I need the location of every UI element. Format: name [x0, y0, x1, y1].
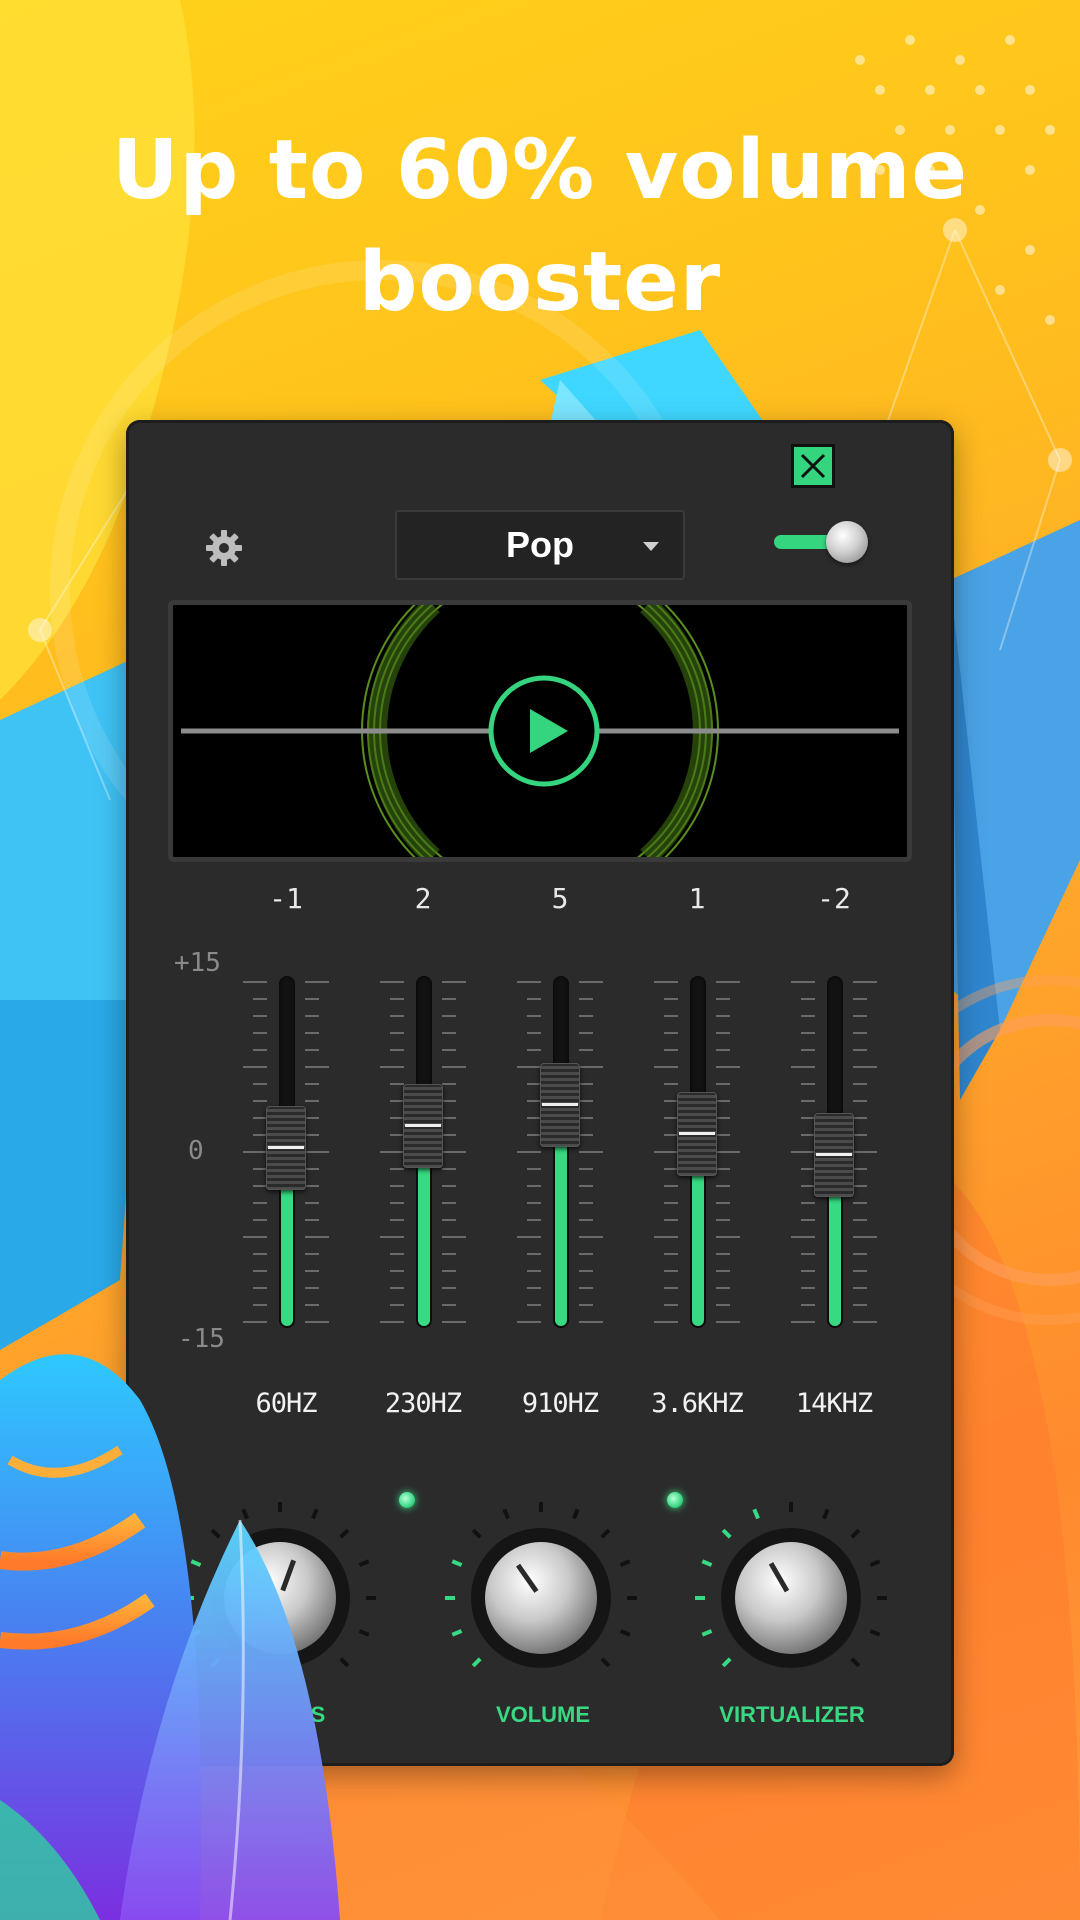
virtualizer-knob[interactable]	[691, 1498, 891, 1698]
band-slider[interactable]	[378, 976, 468, 1328]
band-value: -1	[269, 882, 303, 915]
band-value: -2	[817, 882, 851, 915]
slider-thumb[interactable]	[403, 1084, 443, 1169]
virtualizer-knob-label: VIRTUALIZER	[719, 1702, 865, 1727]
visualizer-screen	[168, 600, 912, 862]
scale-max-label: +15	[174, 948, 221, 978]
play-icon[interactable]	[486, 673, 602, 789]
gear-icon[interactable]	[204, 528, 244, 568]
slider-thumb[interactable]	[677, 1091, 717, 1176]
preset-dropdown[interactable]: Pop	[395, 510, 685, 580]
band-slider[interactable]	[789, 976, 879, 1328]
headline-line-1: Up to 60% volume	[111, 123, 969, 218]
virtualizer-indicator-led	[667, 1492, 683, 1508]
equalizer-toggle[interactable]	[774, 521, 874, 565]
band-slider[interactable]	[652, 976, 742, 1328]
volume-knob[interactable]	[441, 1498, 641, 1698]
headline-line-2: booster	[358, 235, 722, 330]
scale-mid-label: 0	[188, 1136, 204, 1166]
promo-headline: Up to 60% volume booster	[0, 115, 1080, 339]
band-frequency: 910HZ	[521, 1388, 599, 1419]
slider-thumb[interactable]	[814, 1113, 854, 1198]
slider-thumb[interactable]	[266, 1106, 306, 1191]
band-slider[interactable]	[241, 976, 331, 1328]
band-slider[interactable]	[515, 976, 605, 1328]
band-value: 1	[688, 882, 706, 915]
slider-fill	[692, 1153, 704, 1326]
toggle-knob	[826, 521, 868, 563]
volume-knob-label: VOLUME	[495, 1702, 591, 1727]
leaf-decoration	[0, 1354, 340, 1920]
caret-down-icon	[643, 542, 659, 551]
band-frequency: 3.6KHZ	[651, 1388, 744, 1419]
close-icon	[800, 453, 826, 479]
slider-fill	[418, 1146, 430, 1326]
slider-thumb[interactable]	[540, 1062, 580, 1147]
slider-fill	[281, 1168, 293, 1326]
slider-fill	[555, 1124, 567, 1326]
band-frequency: 14KHZ	[795, 1388, 873, 1419]
slider-fill	[829, 1175, 841, 1326]
close-button[interactable]	[791, 444, 835, 488]
preset-label: Pop	[506, 524, 574, 565]
band-value: 5	[551, 882, 569, 915]
band-value: 2	[414, 882, 432, 915]
